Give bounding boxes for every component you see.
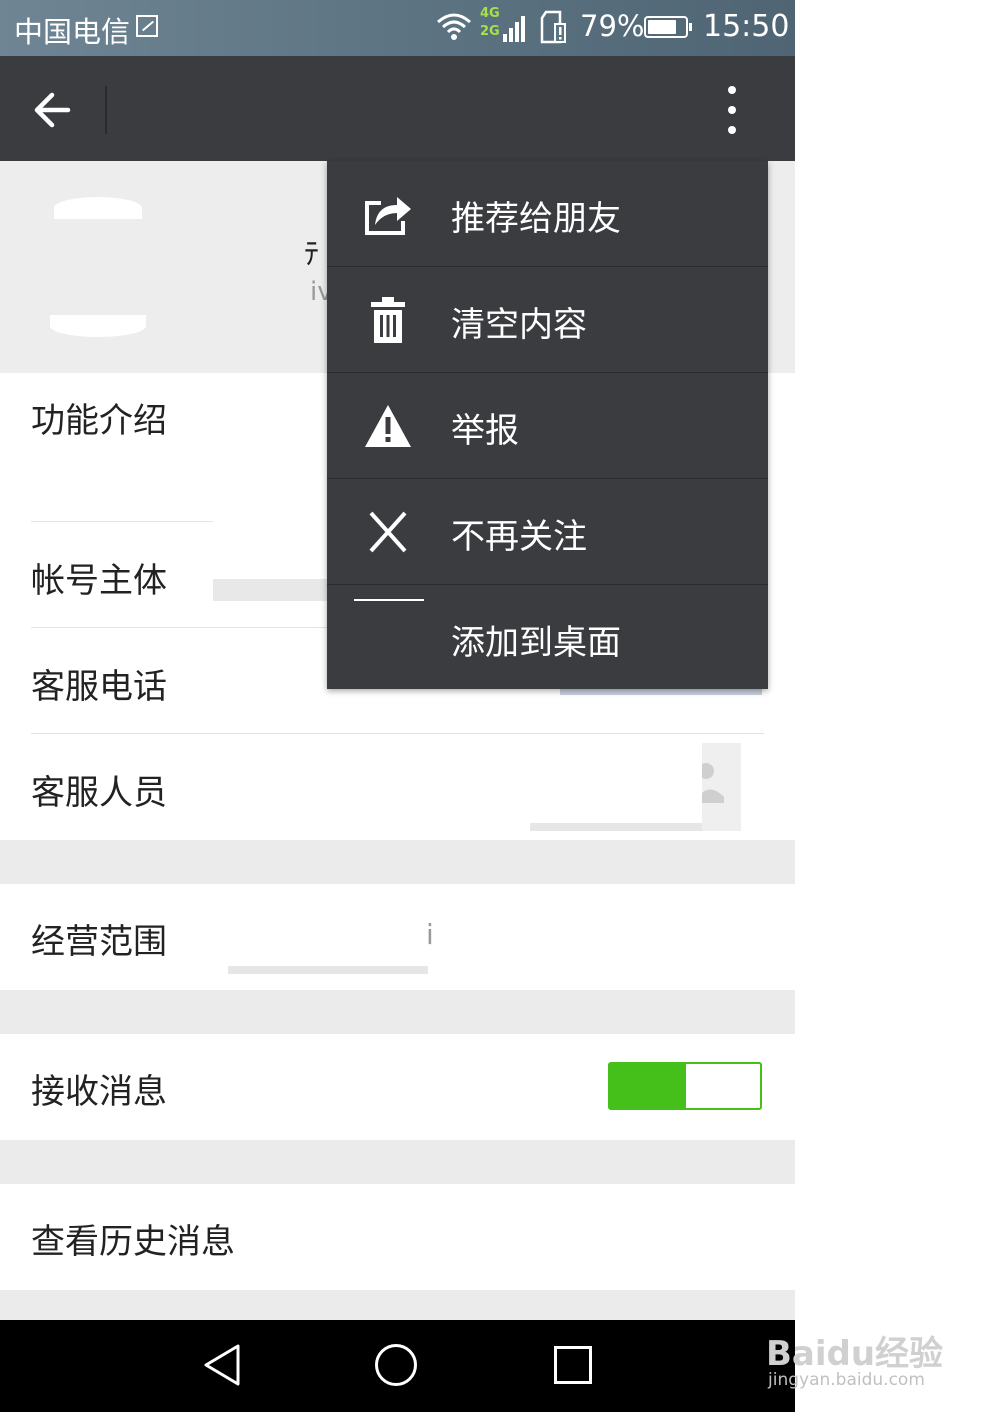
action-bar	[0, 56, 795, 161]
battery-icon	[644, 16, 692, 38]
signal-icon: 4G 2G	[480, 6, 526, 48]
phone-label[interactable]: 客服电话	[31, 659, 167, 708]
sd-card-alert-icon	[540, 10, 566, 44]
action-bar-divider	[105, 86, 107, 134]
menu-item-label: 推荐给朋友	[451, 199, 621, 239]
menu-item-label: 添加到桌面	[451, 623, 621, 663]
receive-section: 接收消息	[0, 1034, 795, 1140]
feature-label: 功能介绍	[31, 401, 167, 441]
navigation-bar	[0, 1320, 795, 1412]
overflow-menu: 推荐给朋友 清空内容 举报 不再关注 添加到桌面	[327, 161, 768, 689]
phone-screen: 中国电信 4G 2G 79% 15:50 ﾃ iv 功能介绍 帐号主体 客服电话…	[0, 0, 795, 1412]
scope-label: 经营范围	[31, 922, 167, 962]
wifi-icon	[437, 13, 471, 40]
warning-icon	[365, 405, 411, 447]
scope-section: 经营范围 i	[0, 884, 795, 990]
menu-item-unfollow[interactable]: 不再关注	[327, 479, 768, 584]
status-bar: 中国电信 4G 2G 79% 15:50	[0, 0, 795, 56]
battery-percent: 79%	[580, 9, 645, 43]
close-icon	[369, 511, 407, 553]
watermark-sub: jingyan.baidu.com	[768, 1370, 925, 1390]
net-4g-label: 4G	[480, 6, 500, 21]
menu-item-add-desktop[interactable]: 添加到桌面	[327, 585, 768, 690]
more-options-icon[interactable]	[712, 80, 752, 140]
account-name: ﾃ	[304, 237, 319, 272]
receive-label: 接收消息	[31, 1072, 167, 1112]
nav-home-icon[interactable]	[375, 1344, 417, 1386]
screenshot-icon	[136, 15, 158, 37]
share-icon	[365, 197, 411, 235]
nav-recent-apps-icon[interactable]	[554, 1346, 592, 1384]
scope-value-fragment: i	[426, 918, 434, 951]
avatar	[46, 197, 150, 337]
staff-value	[530, 743, 702, 823]
row-divider	[31, 521, 213, 522]
receive-toggle[interactable]	[608, 1062, 762, 1110]
shortcut-icon	[354, 599, 424, 601]
menu-item-recommend[interactable]: 推荐给朋友	[327, 161, 768, 266]
net-2g-label: 2G	[480, 24, 500, 39]
history-label[interactable]: 查看历史消息	[31, 1214, 235, 1263]
history-section[interactable]: 查看历史消息	[0, 1184, 795, 1290]
menu-item-clear[interactable]: 清空内容	[327, 267, 768, 372]
carrier-name: 中国电信	[14, 15, 131, 49]
nav-back-icon[interactable]	[200, 1342, 244, 1388]
clock: 15:50	[703, 9, 790, 44]
battery-level	[648, 20, 677, 34]
staff-underline	[530, 823, 702, 831]
toggle-knob-track	[610, 1064, 686, 1108]
row-divider	[31, 733, 764, 734]
watermark-main: Baidu经验	[766, 1334, 944, 1374]
account-subject-label[interactable]: 帐号主体	[31, 553, 167, 602]
menu-item-label: 举报	[451, 411, 519, 451]
baidu-watermark: Baidu经验 jingyan.baidu.com	[766, 1326, 966, 1396]
back-arrow-icon[interactable]	[24, 80, 84, 140]
account-subject-value	[213, 579, 327, 601]
trash-icon	[371, 297, 405, 343]
staff-label[interactable]: 客服人员	[31, 765, 167, 814]
menu-item-label: 不再关注	[451, 517, 587, 557]
scope-value	[228, 966, 428, 974]
user-icon	[700, 763, 724, 803]
menu-item-report[interactable]: 举报	[327, 373, 768, 478]
menu-item-label: 清空内容	[451, 305, 587, 345]
